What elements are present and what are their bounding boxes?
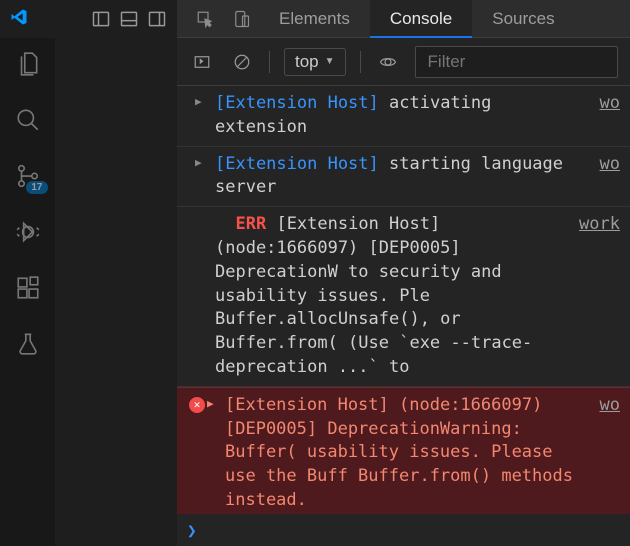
expand-icon[interactable]: ▶ (195, 94, 202, 109)
context-selector[interactable]: top ▼ (284, 48, 346, 76)
activity-sourcecontrol-icon[interactable]: 17 (14, 162, 42, 190)
source-link[interactable]: wo (600, 153, 620, 201)
tab-elements[interactable]: Elements (259, 0, 370, 38)
console-message: ▶ [Extension Host] starting language ser… (177, 147, 630, 208)
activity-search-icon[interactable] (14, 106, 42, 134)
console-messages: ▶ [Extension Host] activating extension … (177, 86, 630, 514)
prompt-icon: ❯ (187, 521, 197, 540)
filter-input[interactable] (415, 46, 618, 78)
chevron-down-icon: ▼ (325, 56, 335, 67)
scm-badge: 17 (26, 181, 47, 194)
console-error-message: ✕ ▶ [Extension Host] (node:1666097) [DEP… (177, 387, 630, 514)
context-label: top (295, 52, 319, 72)
activity-testing-icon[interactable] (14, 330, 42, 358)
toggle-sidebar-icon[interactable] (189, 49, 215, 75)
panel-bottom-icon[interactable] (119, 9, 139, 29)
panel-right-icon[interactable] (147, 9, 167, 29)
console-toolbar: top ▼ (177, 38, 630, 86)
expand-icon[interactable]: ▶ (207, 396, 214, 411)
console-prompt[interactable]: ❯ (177, 514, 630, 546)
device-icon[interactable] (223, 0, 259, 38)
activity-debug-icon[interactable] (14, 218, 42, 246)
clear-console-icon[interactable] (229, 49, 255, 75)
activity-explorer-icon[interactable] (14, 50, 42, 78)
source-link[interactable]: wo (600, 394, 620, 514)
expand-icon[interactable]: ▶ (195, 155, 202, 170)
vscode-logo-icon (10, 8, 28, 31)
tab-console[interactable]: Console (370, 0, 472, 38)
console-message: ▶ [Extension Host] activating extension … (177, 86, 630, 147)
source-link[interactable]: wo (600, 92, 620, 140)
live-expression-icon[interactable] (375, 49, 401, 75)
source-link[interactable]: work (579, 213, 620, 380)
devtools-tabs: Elements Console Sources (177, 0, 630, 38)
console-message: ERR [Extension Host] (node:1666097) [DEP… (177, 207, 630, 387)
inspect-icon[interactable] (187, 0, 223, 38)
error-icon: ✕ (189, 397, 205, 413)
panel-left-icon[interactable] (91, 9, 111, 29)
activity-extensions-icon[interactable] (14, 274, 42, 302)
tab-sources[interactable]: Sources (472, 0, 574, 38)
